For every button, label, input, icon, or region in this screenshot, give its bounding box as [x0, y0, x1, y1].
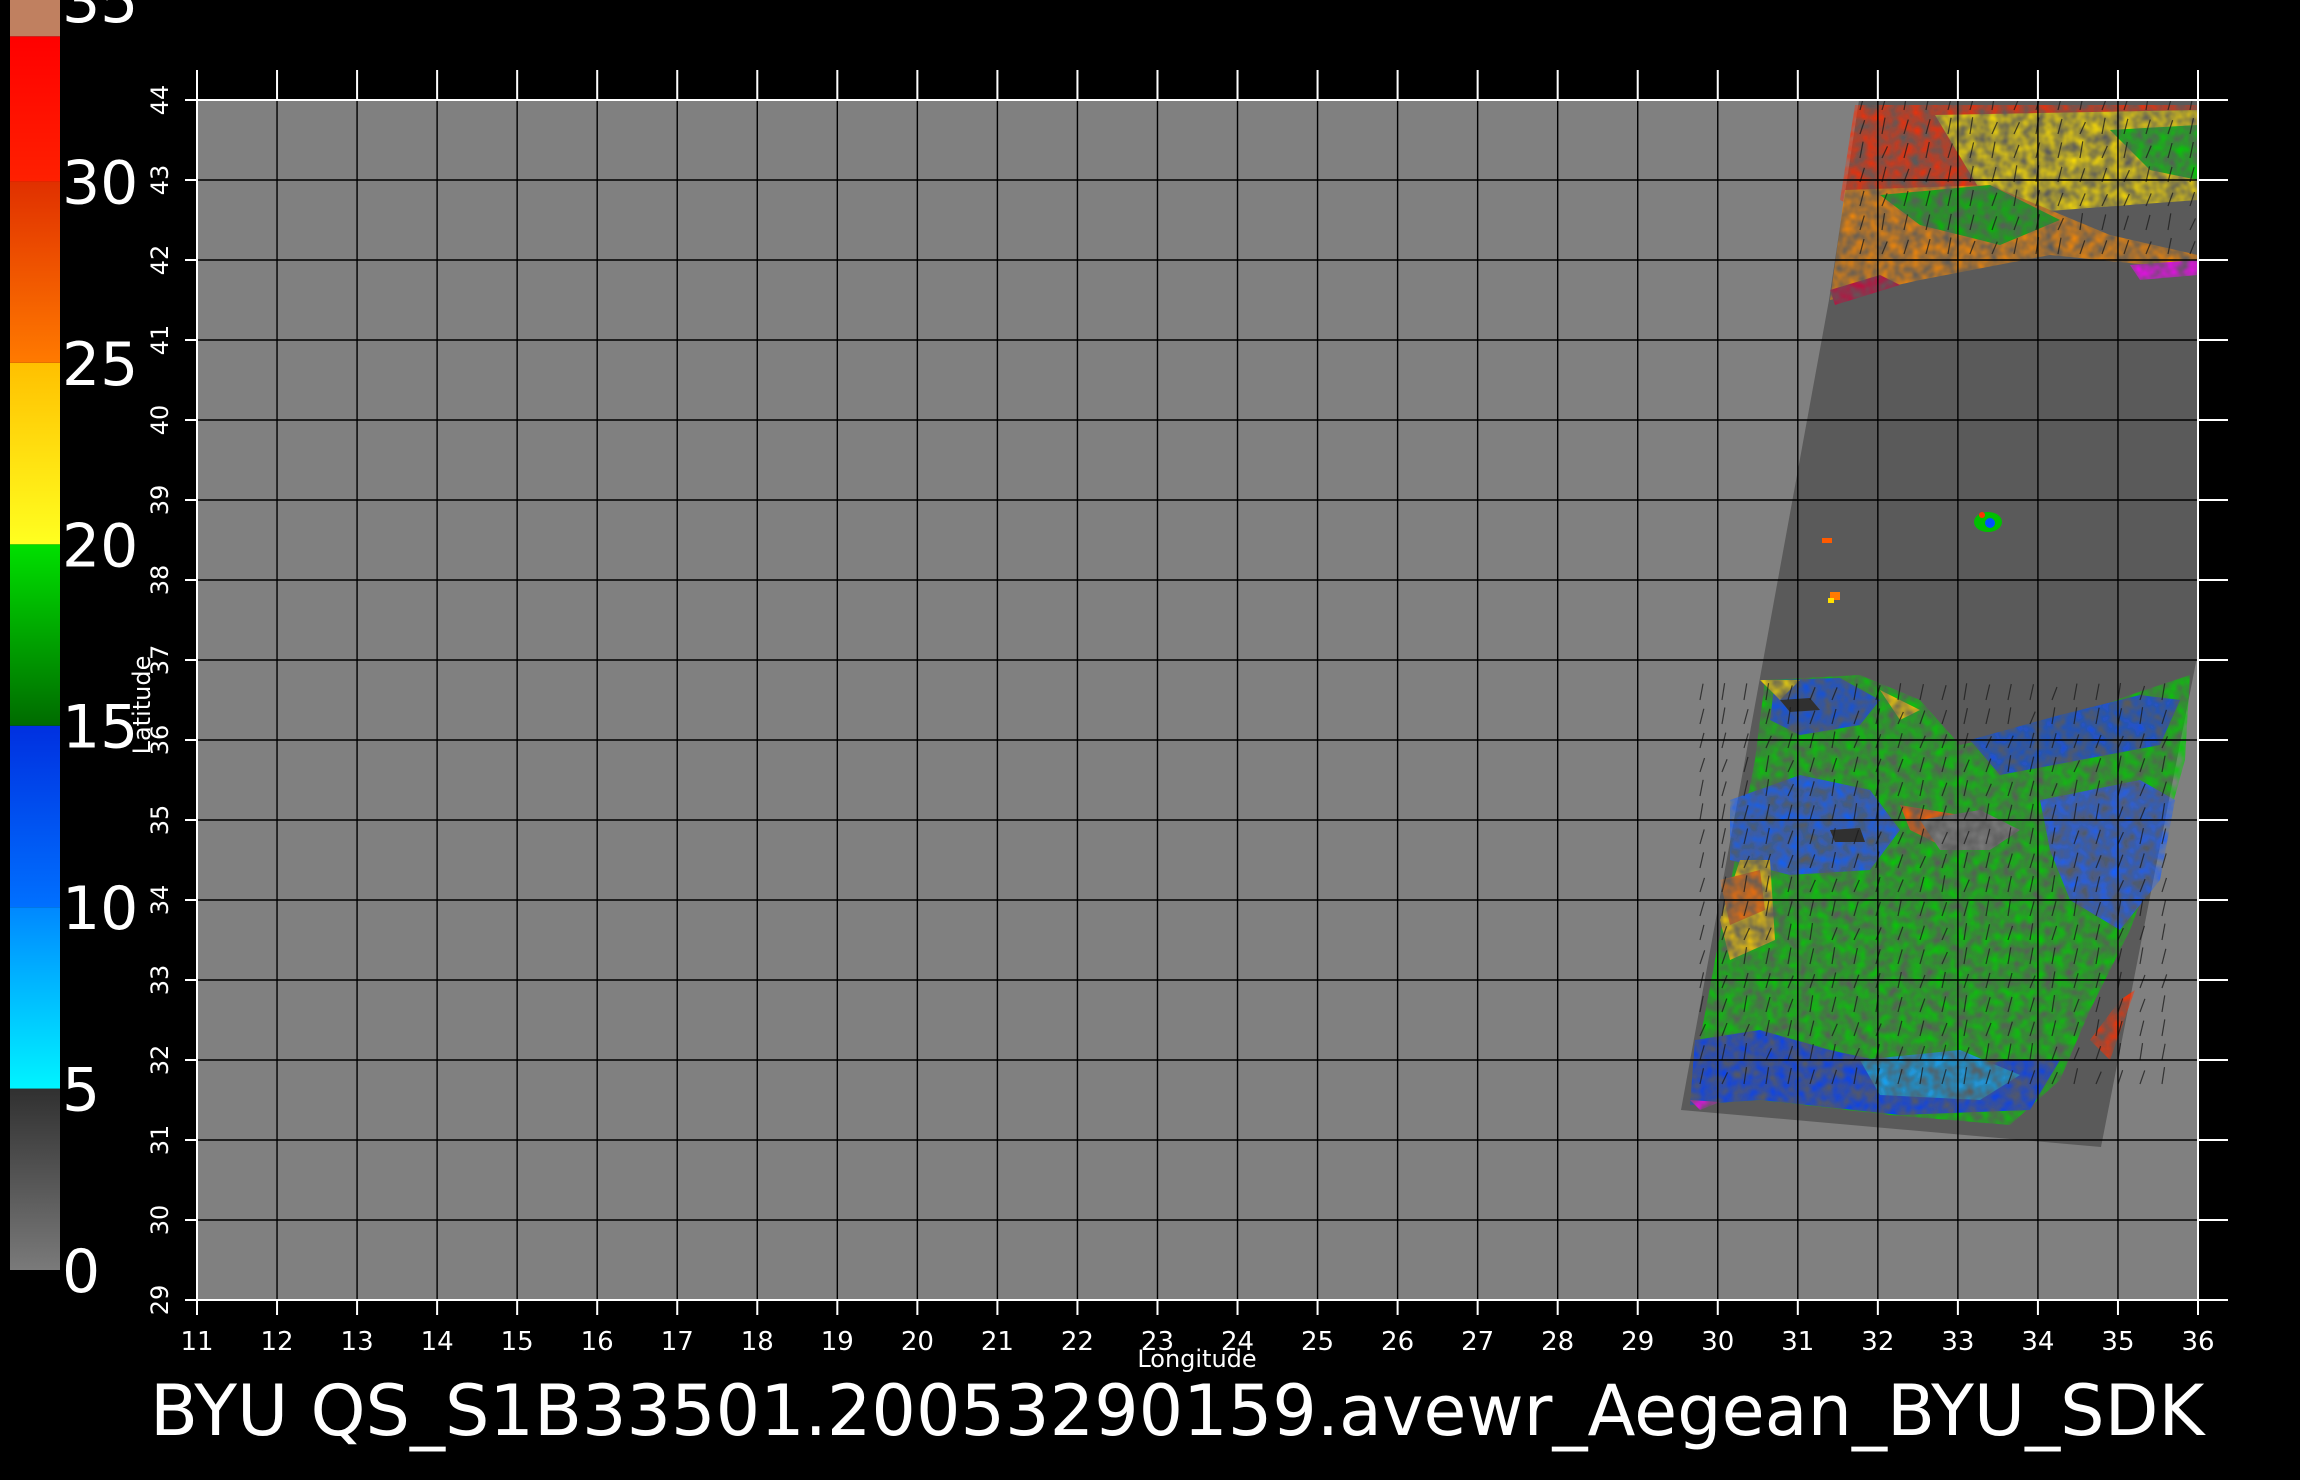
- latitude-tick-label: 35: [146, 805, 174, 836]
- latitude-tick-label: 43: [146, 165, 174, 196]
- map-plot-area: [185, 70, 2228, 1315]
- longitude-tick-label: 15: [501, 1327, 534, 1357]
- longitude-tick-label: 26: [1381, 1327, 1414, 1357]
- longitude-tick-label: 12: [260, 1327, 293, 1357]
- colorbar-labels: 35 30 25 20 15 10 5 0: [62, 0, 138, 1307]
- longitude-tick-label: 29: [1621, 1327, 1654, 1357]
- colorbar-label: 10: [62, 874, 138, 944]
- colorbar-segment: [10, 362, 60, 545]
- longitude-tick-label: 30: [1701, 1327, 1734, 1357]
- longitude-tick-label: 34: [2021, 1327, 2054, 1357]
- colorbar-segment: [10, 725, 60, 908]
- latitude-tick-label: 32: [146, 1045, 174, 1076]
- longitude-tick-label: 21: [981, 1327, 1014, 1357]
- latitude-tick-label: 29: [146, 1285, 174, 1316]
- latitude-tick-label: 33: [146, 965, 174, 996]
- colorbar-segment: [10, 907, 60, 1089]
- longitude-tick-label: 20: [901, 1327, 934, 1357]
- longitude-tick-label: 17: [661, 1327, 694, 1357]
- longitude-tick-label: 32: [1861, 1327, 1894, 1357]
- longitude-tick-label: 31: [1781, 1327, 1814, 1357]
- colorbar-label: 25: [62, 330, 138, 400]
- longitude-tick-label: 22: [1061, 1327, 1094, 1357]
- latitude-tick-label: 39: [146, 485, 174, 516]
- x-axis-title: Longitude: [1137, 1345, 1256, 1373]
- longitude-tick-label: 11: [180, 1327, 213, 1357]
- latitude-tick-label: 44: [146, 85, 174, 116]
- wind-speed-map-figure: 35 30 25 20 15 10 5 0 11 12 13 14 15 16 17 18 1…: [10, 0, 2228, 1452]
- colorbar-segment: [10, 36, 60, 182]
- latitude-tick-label: 30: [146, 1205, 174, 1236]
- longitude-tick-label: 28: [1541, 1327, 1574, 1357]
- colorbar-segment: [10, 181, 60, 363]
- colorbar-label: 20: [62, 511, 138, 581]
- longitude-tick-label: 18: [741, 1327, 774, 1357]
- longitude-tick-label: 35: [2101, 1327, 2134, 1357]
- latitude-tick-label: 31: [146, 1125, 174, 1156]
- latitude-tick-label: 34: [146, 885, 174, 916]
- colorbar-segment: [10, 0, 60, 37]
- colorbar-label: 5: [62, 1056, 100, 1126]
- longitude-tick-label: 16: [581, 1327, 614, 1357]
- y-axis-title: Latitude: [128, 656, 156, 755]
- latitude-tick-label: 40: [146, 405, 174, 436]
- colorbar-label: 35: [62, 0, 138, 37]
- colorbar-segment: [10, 1088, 60, 1270]
- colorbar-label: 30: [62, 148, 138, 218]
- latitude-tick-label: 42: [146, 245, 174, 276]
- longitude-tick-label: 19: [821, 1327, 854, 1357]
- colorbar-segment: [10, 544, 60, 726]
- longitude-tick-label: 25: [1301, 1327, 1334, 1357]
- colorbar: [10, 0, 60, 1270]
- colorbar-label: 15: [62, 693, 138, 763]
- longitude-tick-label: 13: [341, 1327, 374, 1357]
- latitude-tick-label: 41: [146, 325, 174, 356]
- longitude-tick-label: 33: [1941, 1327, 1974, 1357]
- longitude-tick-label: 36: [2181, 1327, 2214, 1357]
- longitude-tick-label: 14: [421, 1327, 454, 1357]
- longitude-tick-label: 27: [1461, 1327, 1494, 1357]
- latitude-tick-label: 38: [146, 565, 174, 596]
- figure-caption: BYU QS_S1B33501.20053290159.avewr_Aegean…: [150, 1370, 2206, 1452]
- colorbar-label: 0: [62, 1237, 100, 1307]
